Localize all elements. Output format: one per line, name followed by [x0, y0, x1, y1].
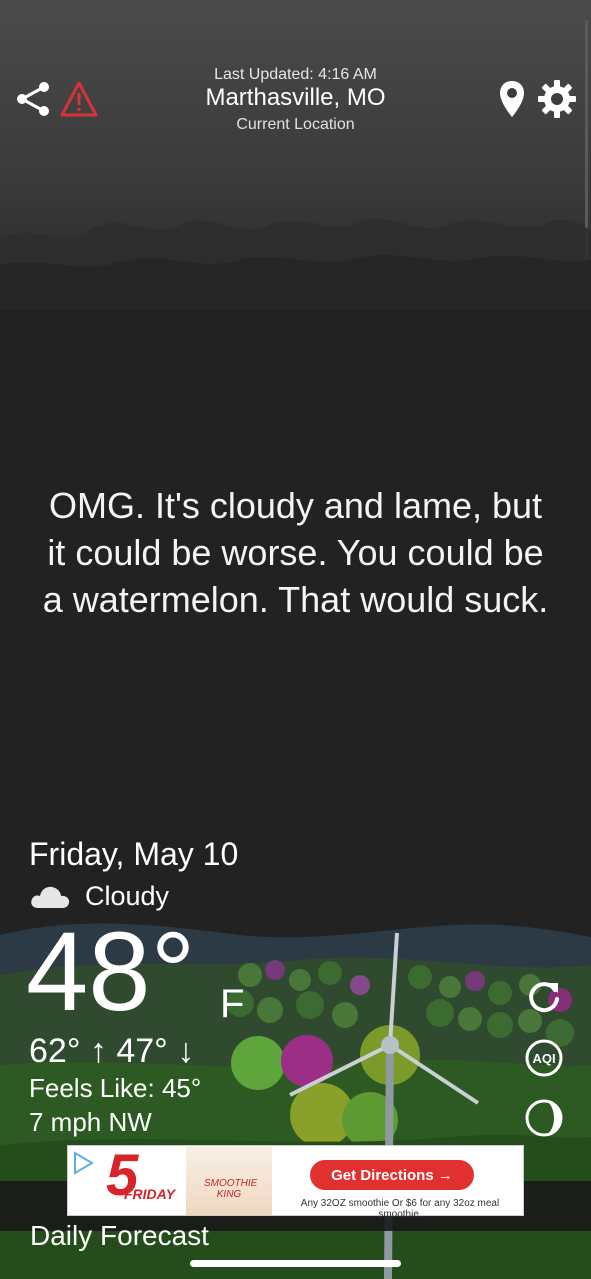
get-directions-button[interactable]: Get Directions →	[310, 1160, 474, 1190]
ad-logo: 5 FRIDAY	[68, 1143, 186, 1215]
refresh-button[interactable]	[524, 977, 564, 1017]
forecast-date: Friday, May 10	[29, 836, 239, 872]
settings-gear-icon	[538, 80, 576, 118]
refresh-icon	[529, 982, 559, 1013]
high-temp: 62°	[29, 1032, 81, 1070]
moon-phase-icon	[525, 1099, 563, 1137]
current-temperature: 48°	[26, 909, 196, 1034]
down-arrow-icon: ↓	[177, 1032, 195, 1070]
ad-fine-print: Any 32OZ smoothie Or $6 for any 32oz mea…	[300, 1198, 500, 1220]
daily-forecast-heading: Daily Forecast	[30, 1220, 209, 1251]
ad-day: FRIDAY	[124, 1186, 176, 1202]
weather-quip: OMG. It's cloudy and lame, but it could …	[42, 485, 549, 620]
high-low-row: 62° ↑ 47° ↓	[29, 1032, 194, 1071]
location-pin-icon	[500, 81, 524, 117]
settings-button[interactable]	[536, 78, 578, 120]
ad-choices-icon	[74, 1151, 94, 1175]
feels-like: Feels Like: 45°	[29, 1073, 202, 1103]
condition-row: Cloudy	[29, 879, 169, 913]
aqi-label: AQI	[532, 1050, 556, 1066]
home-indicator[interactable]	[190, 1260, 401, 1267]
ad-brand: SMOOTHIE KING	[204, 1178, 258, 1200]
temperature-unit[interactable]: F	[220, 982, 244, 1027]
up-arrow-icon: ↑	[89, 1032, 107, 1070]
location-button[interactable]	[496, 78, 528, 120]
wind-info: 7 mph NW	[29, 1107, 152, 1137]
aqi-button[interactable]: AQI	[524, 1038, 564, 1078]
low-temp: 47°	[116, 1032, 168, 1070]
condition-label: Cloudy	[85, 880, 170, 911]
ad-banner[interactable]: 5 FRIDAY SMOOTHIE KING Get Directions → …	[67, 1143, 524, 1220]
cloud-icon	[31, 886, 70, 908]
cloud-band	[0, 218, 591, 310]
moon-phase-button[interactable]	[524, 1098, 564, 1138]
